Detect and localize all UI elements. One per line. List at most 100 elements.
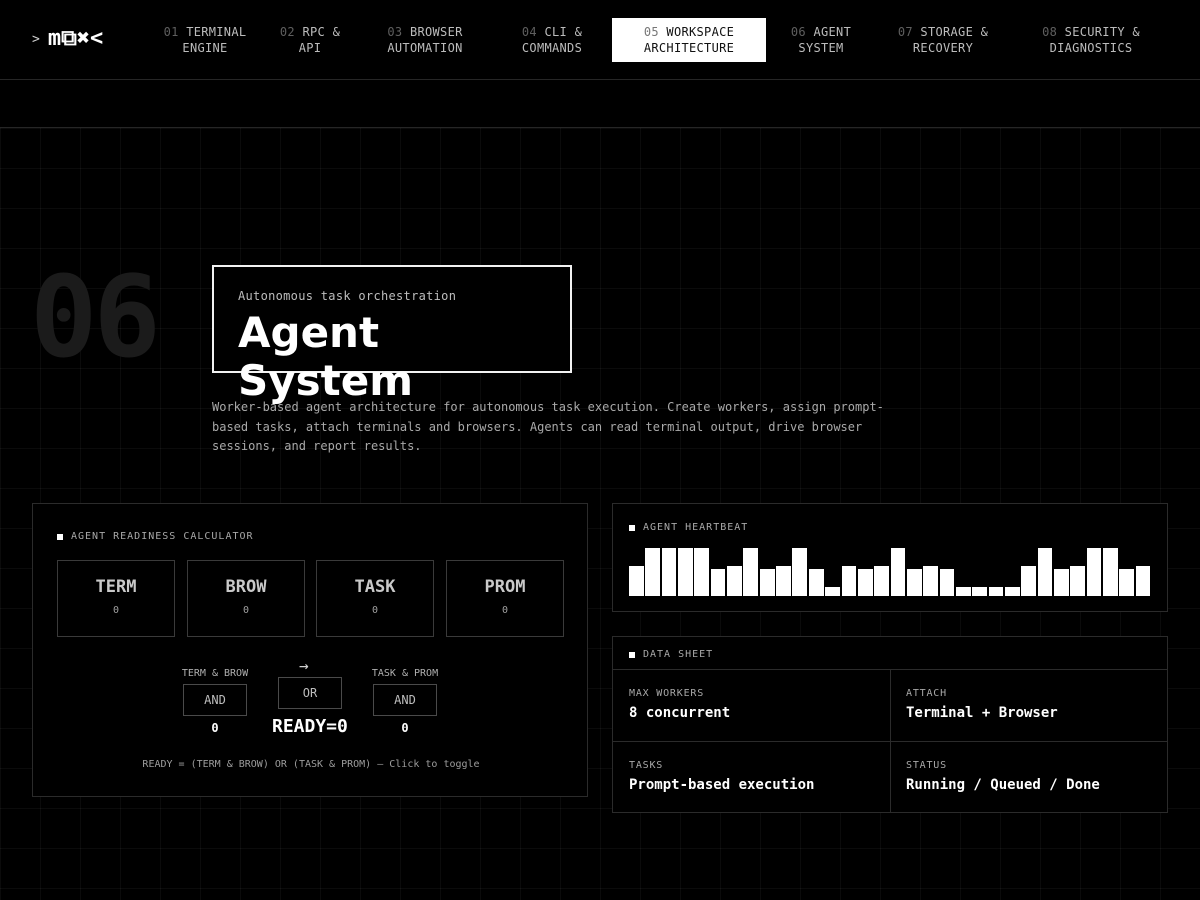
input-value: 0 [242,605,250,616]
logo-mark: m⧉✖< [47,26,104,51]
square-bullet-icon [629,651,635,658]
input-toggle-task[interactable]: TASK 0 [316,560,434,637]
logo[interactable]: > m⧉✖< [32,28,103,50]
nav-label: COMMANDS [521,41,583,55]
nav-label: RPC & [302,25,341,39]
nav-label: SECURITY & [1064,25,1140,39]
section-description: Worker-based agent architecture for auto… [212,400,884,453]
title-box: Autonomous task orchestration Agent Syst… [212,265,572,405]
heartbeat-bar [890,548,906,596]
input-toggle-term[interactable]: TERM 0 [57,560,175,637]
readiness-calculator: AGENT READINESS CALCULATOR TERM 0 BROW 0… [32,503,588,797]
nav-num: 02 [279,25,295,39]
heartbeat-bar [792,548,808,596]
section-kicker: Autonomous task orchestration [238,289,457,303]
gate-mid-or: OR [278,677,342,709]
nav-num: 05 [643,25,659,39]
heartbeat-bars [629,544,1152,596]
heartbeat-bar [1053,569,1069,596]
nav-label: CLI & [544,25,583,39]
heartbeat-bar [874,566,889,596]
section-number: 06 [30,253,161,383]
heartbeat-label: AGENT HEARTBEAT [629,522,748,533]
spec-key: STATUS [906,760,947,771]
calculator-label: AGENT READINESS CALCULATOR [57,531,254,542]
nav-label: STORAGE & [920,25,989,39]
nav-item-workspace-architecture[interactable]: 05 WORKSPACE ARCHITECTURE [612,18,766,62]
spec-key: ATTACH [906,688,947,699]
gate-right-and: AND [373,684,437,716]
square-bullet-icon [629,524,635,531]
heartbeat-bar [939,569,955,596]
gate-left-label: TERM & BROW [181,668,249,679]
heartbeat-bar [678,548,693,596]
nav-label: RECOVERY [912,41,974,55]
top-nav: > m⧉✖< 01 TERMINAL ENGINE 02 RPC & API 0… [0,0,1200,80]
nav-item-agent-system[interactable]: 06 AGENT SYSTEM [778,18,864,62]
heartbeat-bar [1103,548,1118,596]
heartbeat-bar [661,548,677,596]
calculator-label-text: AGENT READINESS CALCULATOR [71,531,254,542]
nav-label: SYSTEM [798,41,844,55]
heartbeat-bar [906,569,922,596]
input-name: TASK [354,577,396,597]
nav-label: WORKSPACE [666,25,735,39]
nav-label: AUTOMATION [387,41,463,55]
nav-num: 06 [790,25,806,39]
spec-value: Prompt-based execution [629,777,815,793]
heartbeat-bar [1135,566,1151,596]
spec-value: 8 concurrent [629,705,731,721]
heartbeat-bar [694,548,710,596]
heartbeat-bar [629,566,644,596]
input-toggle-brow[interactable]: BROW 0 [187,560,305,637]
heartbeat-bar [988,587,1004,596]
nav-item-storage-recovery[interactable]: 07 STORAGE & RECOVERY [884,18,1002,62]
nav-item-browser-automation[interactable]: 03 BROWSER AUTOMATION [372,18,478,62]
input-value: 0 [112,605,120,616]
nav-label: API [298,41,322,55]
spec-value: Running / Queued / Done [906,777,1100,793]
nav-num: 08 [1042,25,1058,39]
spec-status: STATUS Running / Queued / Done [890,742,1167,793]
input-name: PROM [484,577,526,597]
heartbeat-bar [710,569,726,596]
nav-label: TERMINAL [186,25,247,39]
agent-heartbeat: AGENT HEARTBEAT [612,503,1168,612]
heartbeat-label-text: AGENT HEARTBEAT [643,522,749,533]
nav-label: BROWSER [409,25,463,39]
nav-num: 04 [521,25,537,39]
spec-max-workers: MAX WORKERS 8 concurrent [613,670,890,721]
page-title: Agent System [238,308,413,405]
heartbeat-bar [857,569,873,596]
nav-label: ENGINE [182,41,228,55]
formula-hint: READY = (TERM & BROW) OR (TASK & PROM) —… [142,759,480,770]
heartbeat-bar [1021,566,1037,596]
heartbeat-bar [743,548,759,596]
input-name: BROW [225,577,267,597]
nav-label: ARCHITECTURE [643,41,735,55]
nav-label: DIAGNOSTICS [1049,41,1133,55]
spec-attach: ATTACH Terminal + Browser [890,670,1167,721]
heartbeat-bar [1119,569,1135,596]
gate-left-and: AND [183,684,247,716]
gate-right-value: 0 [401,721,409,735]
nav-num: 01 [163,25,179,39]
nav-item-cli-commands[interactable]: 04 CLI & COMMANDS [504,18,600,62]
heartbeat-bar [776,566,791,596]
heartbeat-bar [808,569,824,596]
heartbeat-bar [759,569,775,596]
heartbeat-bar [972,587,987,596]
heartbeat-bar [923,566,938,596]
heartbeat-bar [1070,566,1086,596]
nav-num: 07 [897,25,913,39]
gate-left-value: 0 [211,721,219,735]
nav-item-security-diagnostics[interactable]: 08 SECURITY & DIAGNOSTICS [1024,18,1158,62]
nav-item-terminal-engine[interactable]: 01 TERMINAL ENGINE [150,18,260,62]
nav-item-rpc-api[interactable]: 02 RPC & API [268,18,352,62]
heartbeat-bar [841,566,857,596]
input-toggle-prom[interactable]: PROM 0 [446,560,564,637]
nav-label: AGENT [813,25,852,39]
heartbeat-bar [825,587,840,596]
heartbeat-bar [1037,548,1053,596]
spec-key: TASKS [629,760,664,771]
